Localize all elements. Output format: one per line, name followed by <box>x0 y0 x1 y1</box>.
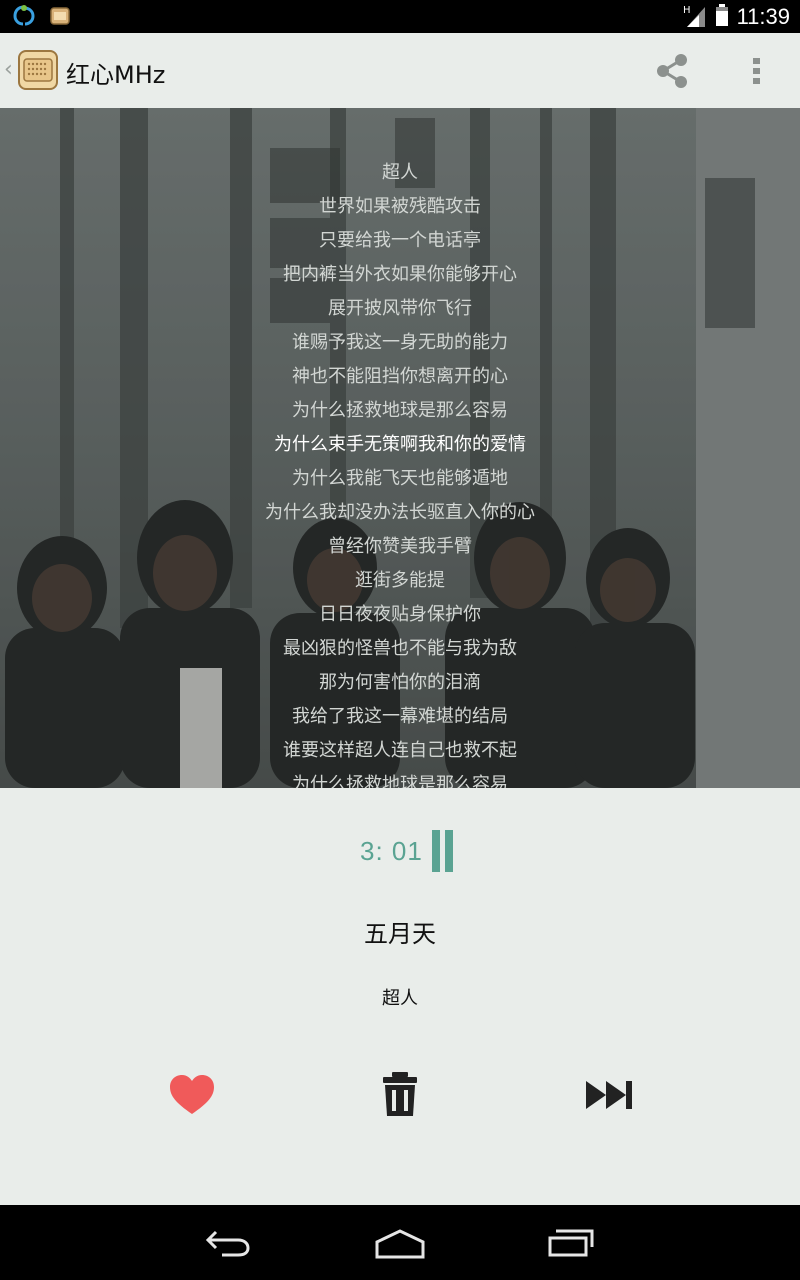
heart-icon <box>170 1075 214 1114</box>
radio-icon[interactable] <box>18 50 58 90</box>
lyric-line: 神也不能阻挡你想离开的心 <box>292 366 508 387</box>
system-icons: H 11:39 <box>683 3 790 31</box>
song-title: 超人 <box>382 988 418 1009</box>
lyric-line: 最凶狠的怪兽也不能与我为敌 <box>283 638 517 659</box>
lyric-line: 为什么拯救地球是那么容易 <box>292 400 508 421</box>
action-bar: ‹ 红心MHz <box>0 33 800 108</box>
player-panel: 3: 01 五月天 超人 <box>0 788 800 1205</box>
current-lyric-line: 为什么束手无策啊我和你的爱情 <box>274 434 526 455</box>
notification-icons <box>12 5 70 31</box>
skip-next-icon <box>586 1081 632 1109</box>
lyric-line: 谁赐予我这一身无助的能力 <box>292 332 508 353</box>
signal-h-icon: H <box>683 3 707 31</box>
lyric-line: 曾经你赞美我手臂 <box>328 536 472 557</box>
skip-next-button[interactable] <box>578 1070 638 1120</box>
artist-name: 五月天 <box>364 920 436 948</box>
lyric-line: 为什么我能飞天也能够遁地 <box>292 468 508 489</box>
lyric-line: 逛街多能提 <box>355 570 445 591</box>
lyric-line: 世界如果被残酷攻击 <box>319 196 481 217</box>
back-chevron-icon[interactable]: ‹ <box>4 57 13 82</box>
lyrics-list: 超人世界如果被残酷攻击 只要给我一个电话亭把内裤当外衣如果你能够开心 展开披风带你飞… <box>0 156 800 788</box>
lyric-line: 只要给我一个电话亭 <box>319 230 481 251</box>
elapsed-time: 3: 01 <box>360 836 423 866</box>
nav-back-icon[interactable] <box>200 1227 260 1259</box>
nav-home-icon[interactable] <box>370 1227 430 1259</box>
pause-button[interactable] <box>430 830 456 874</box>
overflow-menu-icon[interactable] <box>744 51 770 91</box>
trash-icon <box>383 1072 417 1116</box>
lyrics-panel[interactable]: 超人世界如果被残酷攻击 只要给我一个电话亭把内裤当外衣如果你能够开心 展开披风带你飞… <box>0 108 800 788</box>
lyric-line: 超人 <box>382 162 418 183</box>
share-icon[interactable] <box>652 51 692 91</box>
svg-text:H: H <box>683 5 691 16</box>
status-bar: H 11:39 <box>0 0 800 33</box>
clock: 11:39 <box>736 4 790 29</box>
lyric-line: 我给了我这一幕难堪的结局 <box>292 706 508 727</box>
lyric-line: 谁要这样超人连自己也救不起 <box>283 740 517 761</box>
lyric-line: 把内裤当外衣如果你能够开心 <box>283 264 517 285</box>
refresh-app-icon <box>12 5 36 31</box>
pause-icon-bar <box>445 830 453 872</box>
lyric-line: 那为何害怕你的泪滴 <box>319 672 481 693</box>
lyric-line: 展开披风带你飞行 <box>328 298 472 319</box>
app-title: 红心MHz <box>66 61 166 89</box>
radio-app-icon <box>50 6 70 30</box>
lyric-line: 为什么我却没办法长驱直入你的心 <box>265 502 535 523</box>
lyric-line: 为什么拯救地球是那么容易 <box>292 774 508 788</box>
lyric-line: 日日夜夜贴身保护你 <box>319 604 481 625</box>
pause-icon <box>432 830 440 872</box>
system-nav-bar <box>0 1205 800 1280</box>
battery-icon <box>715 3 729 31</box>
like-button[interactable] <box>162 1070 222 1120</box>
trash-button[interactable] <box>370 1070 430 1120</box>
nav-recent-apps-icon[interactable] <box>542 1227 602 1259</box>
